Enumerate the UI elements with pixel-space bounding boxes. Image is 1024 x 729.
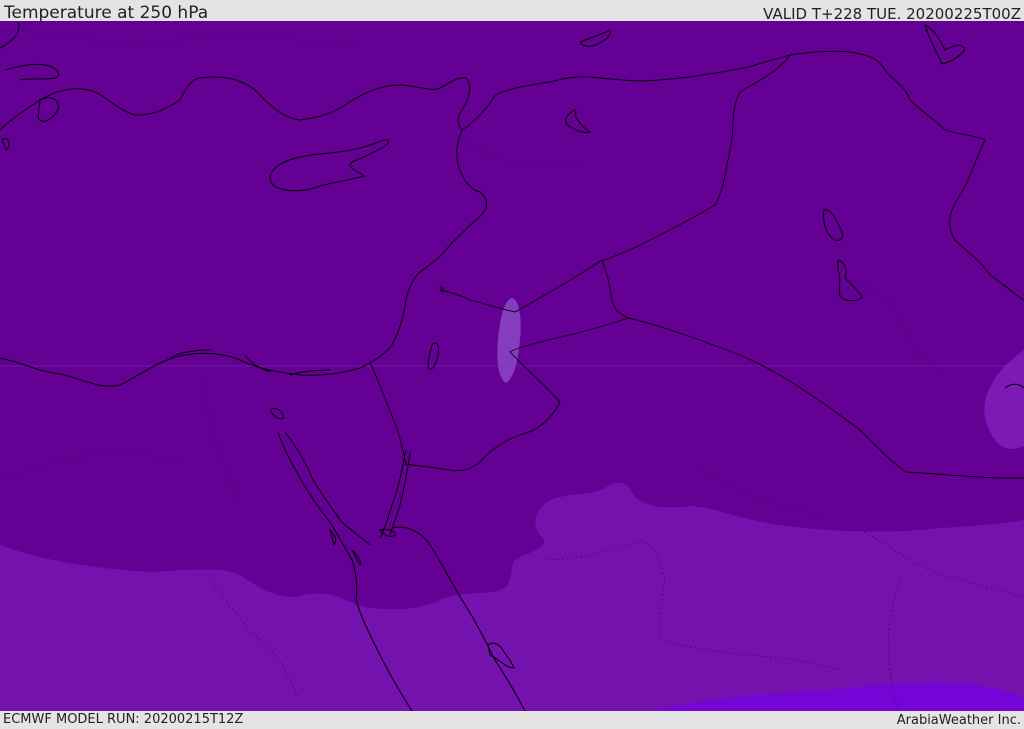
map-figure: Temperature at 250 hPa VALID T+228 TUE. …: [0, 0, 1024, 729]
footer-bar: ECMWF MODEL RUN: 20200215T12Z ArabiaWeat…: [0, 711, 1024, 729]
map-svg: [0, 21, 1024, 711]
header-bar: Temperature at 250 hPa VALID T+228 TUE. …: [0, 0, 1024, 23]
map-title: Temperature at 250 hPa: [4, 3, 209, 23]
credit-label: ArabiaWeather Inc.: [896, 713, 1021, 728]
model-run-label: ECMWF MODEL RUN: 20200215T12Z: [3, 712, 244, 727]
map-canvas: [0, 21, 1024, 711]
